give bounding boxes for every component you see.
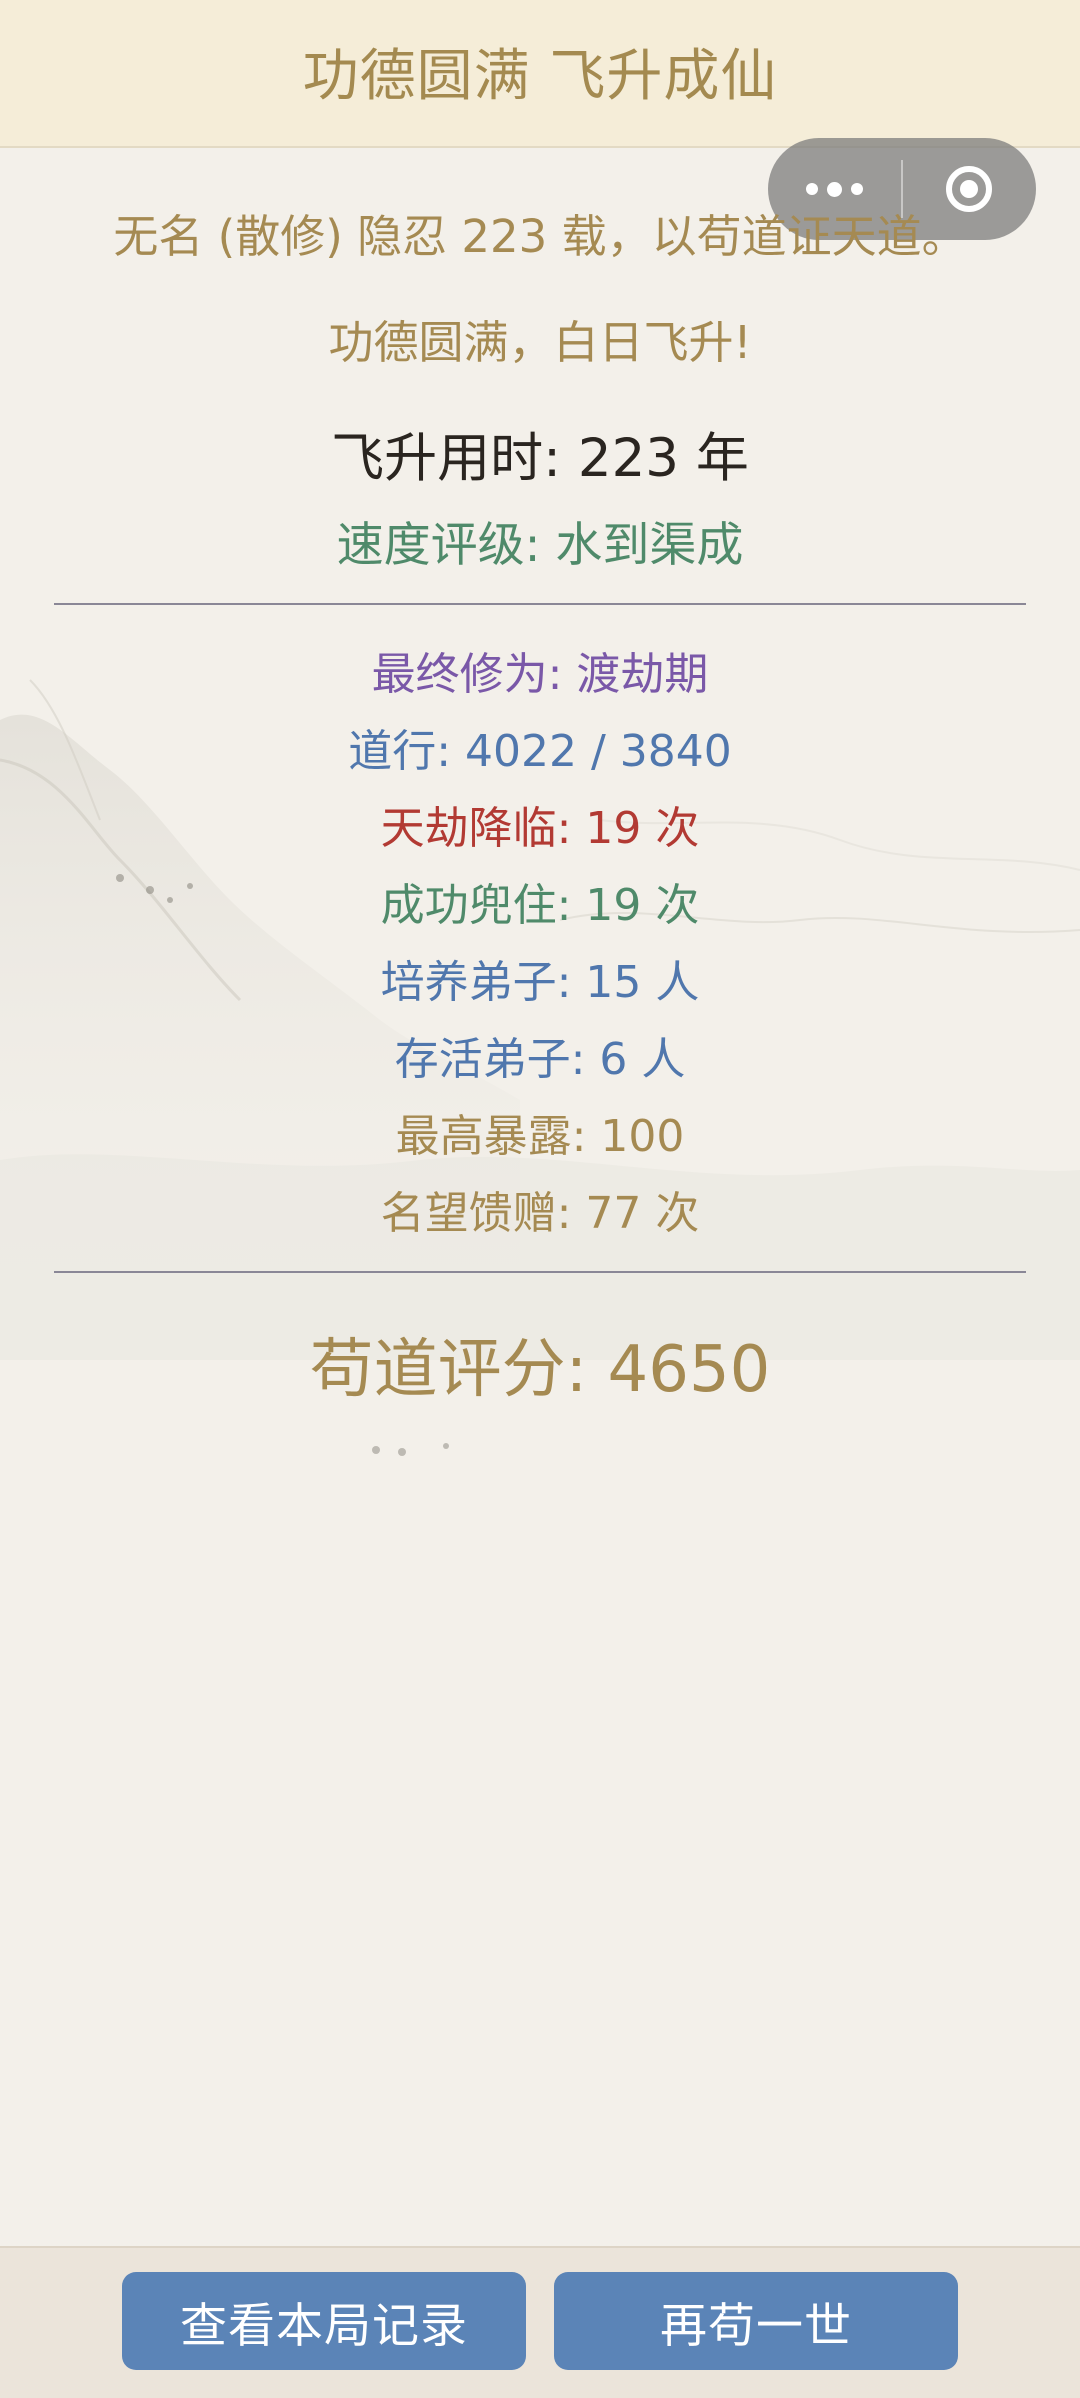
ascension-time: 飞升用时: 223 年 [331, 428, 749, 489]
more-dots-icon [806, 181, 863, 197]
ascension-text: 功德圆满，白日飞升! [328, 316, 752, 369]
stat-disciples-alive: 存活弟子: 6 人 [394, 1034, 686, 1085]
stat-tribulations: 天劫降临: 19 次 [380, 803, 700, 854]
page-title: 功德圆满 飞升成仙 [302, 43, 778, 109]
stat-final-realm: 最终修为: 渡劫期 [371, 649, 709, 700]
stat-max-exposure: 最高暴露: 100 [395, 1111, 685, 1162]
result-page: 功德圆满 飞升成仙 无名 (散修) 隐忍 223 载，以苟道证天道。 功德圆满，… [0, 0, 1080, 2398]
view-record-button[interactable]: 查看本局记录 [122, 2272, 526, 2370]
stat-fame-gifts: 名望馈赠: 77 次 [380, 1188, 700, 1239]
intro-text: 无名 (散修) 隐忍 223 载，以苟道证天道。 [113, 210, 967, 263]
divider-top [54, 603, 1026, 605]
page-header: 功德圆满 飞升成仙 [0, 0, 1080, 148]
divider-bottom [54, 1271, 1026, 1273]
stat-disciples-trained: 培养弟子: 15 人 [380, 957, 700, 1008]
final-score: 苟道评分: 4650 [309, 1333, 771, 1407]
speed-rating: 速度评级: 水到渠成 [336, 518, 744, 573]
stat-tribulations-survived: 成功兜住: 19 次 [380, 880, 700, 931]
stat-dao-progress: 道行: 4022 / 3840 [348, 726, 732, 777]
play-again-button[interactable]: 再苟一世 [554, 2272, 958, 2370]
